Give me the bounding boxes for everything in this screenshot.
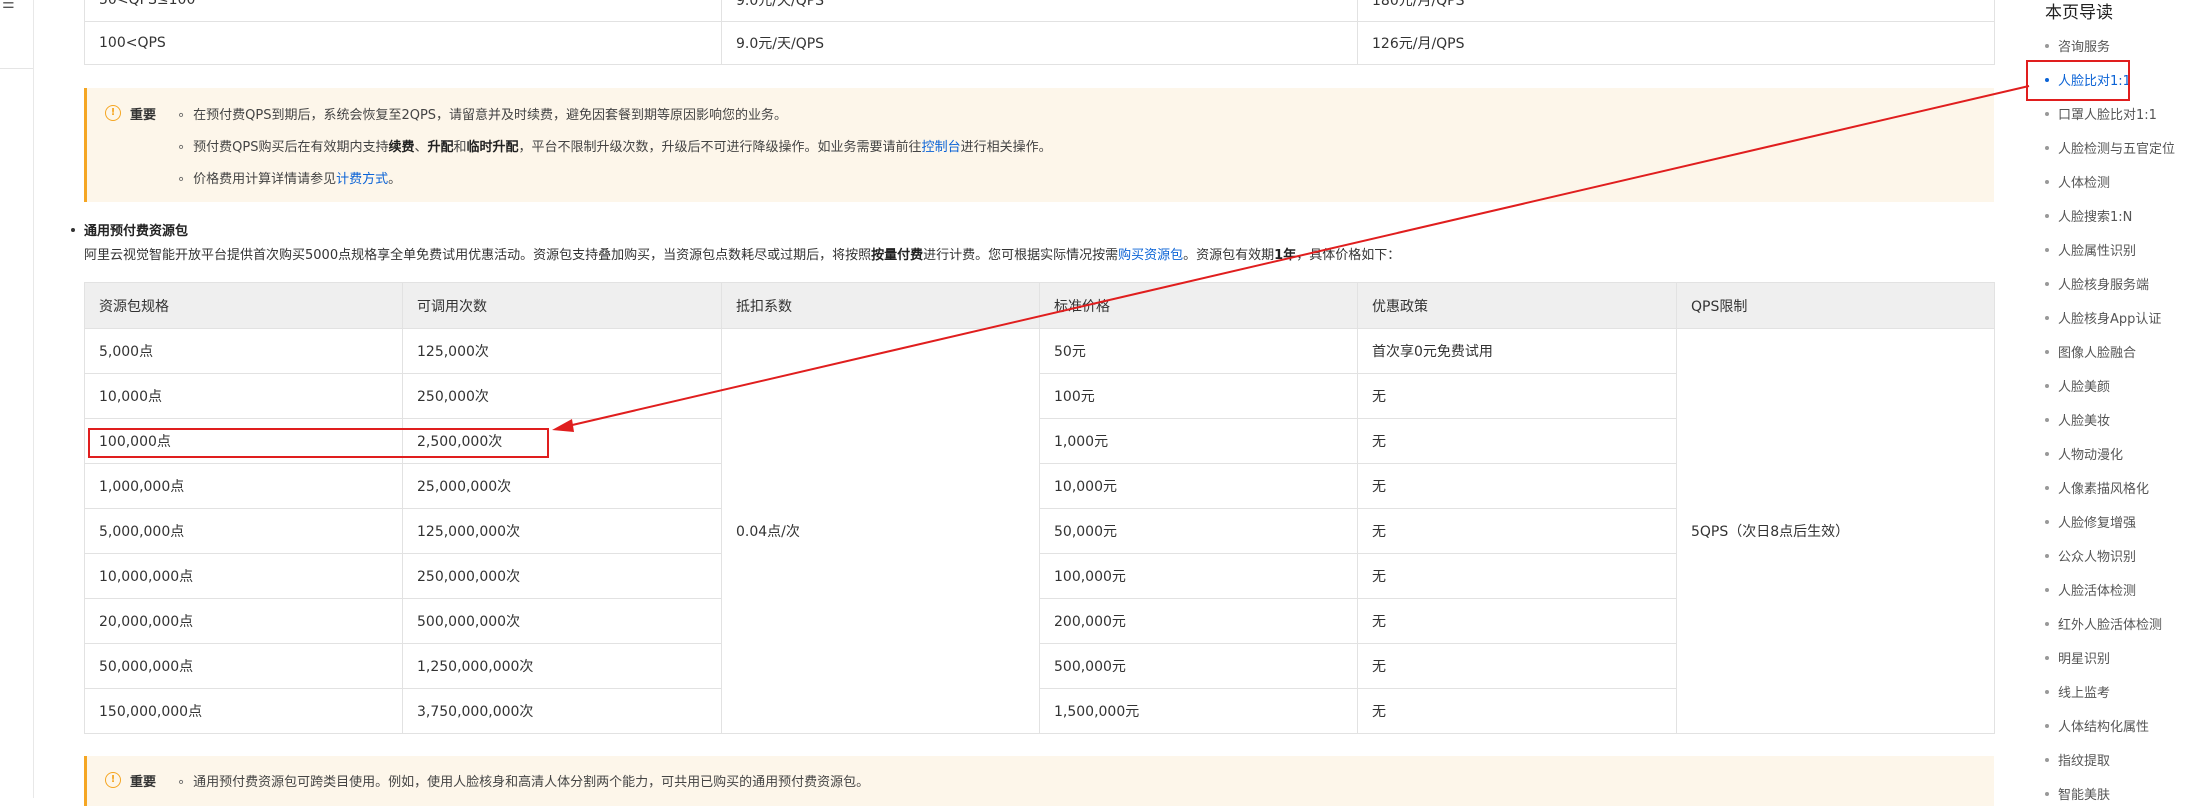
- toc-item[interactable]: 人脸活体检测: [2044, 580, 2136, 599]
- notice-item: 在预付费QPS到期后，系统会恢复至2QPS，请留意并及时续费，避免因套餐到期等原…: [177, 104, 787, 123]
- toc-item[interactable]: 人脸核身App认证: [2044, 308, 2161, 327]
- column-header: 优惠政策: [1357, 282, 1677, 329]
- table-cell: 首次享0元免费试用: [1357, 328, 1677, 374]
- table-cell: 10,000,000点: [84, 553, 403, 599]
- table-row: 50<QPS≤100 9.0元/天/QPS 180元/月/QPS: [84, 0, 1995, 22]
- table-row: 100<QPS 9.0元/天/QPS 126元/月/QPS: [84, 21, 1995, 65]
- toc-title: 本页导读: [2045, 3, 2113, 23]
- table-cell: 无: [1357, 508, 1677, 554]
- toc-item[interactable]: 智能美肤: [2044, 784, 2110, 803]
- rail-divider: [0, 68, 33, 69]
- table-row: 5,000点 125,000次 0.04点/次 50元 首次享0元免费试用 5QPS（次日…: [84, 328, 1995, 734]
- warning-icon: !: [105, 772, 121, 788]
- table-cell: 无: [1357, 553, 1677, 599]
- toc-item[interactable]: 人体检测: [2044, 172, 2110, 191]
- table-cell: 200,000元: [1039, 598, 1358, 644]
- table-cell: 无: [1357, 373, 1677, 419]
- table-cell: 无: [1357, 643, 1677, 689]
- notice-title: 重要: [130, 108, 157, 123]
- toc-item[interactable]: 人脸修复增强: [2044, 512, 2136, 531]
- table-cell: 250,000次: [402, 373, 722, 419]
- toc-item[interactable]: 人像素描风格化: [2044, 478, 2149, 497]
- table-cell: 1,000,000点: [84, 463, 403, 509]
- toc-item[interactable]: 口罩人脸比对1:1: [2045, 104, 2157, 123]
- table-cell: 100<QPS: [84, 21, 722, 65]
- toc-item[interactable]: 人脸核身服务端: [2044, 274, 2149, 293]
- column-header: 可调用次数: [402, 282, 722, 329]
- toc-item[interactable]: 人体结构化属性: [2044, 716, 2149, 735]
- notice-title: 重要: [130, 775, 157, 790]
- annotation-box-row: [88, 428, 549, 458]
- toc-item[interactable]: 明星识别: [2044, 648, 2110, 667]
- menu-icon[interactable]: ☰: [2, 0, 15, 12]
- section-title: 通用预付费资源包: [70, 220, 188, 239]
- toc-item[interactable]: 人脸检测与五官定位: [2044, 138, 2175, 157]
- table-header-row: 资源包规格 可调用次数 抵扣系数 标准价格 优惠政策 QPS限制: [84, 282, 1995, 329]
- annotation-box-toc: [2026, 60, 2130, 101]
- table-cell: 无: [1357, 418, 1677, 464]
- console-link[interactable]: 控制台: [922, 140, 961, 155]
- table-cell: 500,000元: [1039, 643, 1358, 689]
- table-cell: 9.0元/天/QPS: [721, 21, 1358, 65]
- table-cell: 5,000点: [84, 328, 403, 374]
- table-cell: 9.0元/天/QPS: [721, 0, 1358, 22]
- billing-method-link[interactable]: 计费方式: [336, 172, 388, 187]
- table-cell: 50,000元: [1039, 508, 1358, 554]
- toc-item[interactable]: 人脸美妆: [2044, 410, 2110, 429]
- toc-item[interactable]: 图像人脸融合: [2044, 342, 2136, 361]
- toc-item[interactable]: 人物动漫化: [2044, 444, 2123, 463]
- table-cell: 无: [1357, 688, 1677, 734]
- table-cell: 50,000,000点: [84, 643, 403, 689]
- notice-item: 预付费QPS购买后在有效期内支持续费、升配和临时升配，平台不限制升级次数，升级后…: [177, 136, 1051, 155]
- table-cell: 500,000,000次: [402, 598, 722, 644]
- table-cell: 3,750,000,000次: [402, 688, 722, 734]
- warning-icon: !: [105, 105, 121, 121]
- toc-item[interactable]: 线上监考: [2044, 682, 2110, 701]
- table-cell: 100元: [1039, 373, 1358, 419]
- column-header: 抵扣系数: [721, 282, 1040, 329]
- column-header: QPS限制: [1676, 282, 1995, 329]
- table-cell: 1,500,000元: [1039, 688, 1358, 734]
- left-rail: ☰: [0, 0, 34, 798]
- toc-item[interactable]: 人脸属性识别: [2044, 240, 2136, 259]
- resource-package-table: 资源包规格 可调用次数 抵扣系数 标准价格 优惠政策 QPS限制 5,000点 1…: [84, 282, 1995, 734]
- qps-price-table: 50<QPS≤100 9.0元/天/QPS 180元/月/QPS 100<QPS 9.0…: [84, 0, 1995, 65]
- toc-item[interactable]: 人脸美颜: [2044, 376, 2110, 395]
- buy-package-link[interactable]: 购买资源包: [1118, 248, 1183, 263]
- important-notice-2: ! 重要 通用预付费资源包可跨类目使用。例如，使用人脸核身和高清人体分割两个能力…: [84, 756, 1994, 806]
- toc-item[interactable]: 指纹提取: [2044, 750, 2110, 769]
- table-cell: 无: [1357, 598, 1677, 644]
- table-cell: 125,000,000次: [402, 508, 722, 554]
- table-cell: 126元/月/QPS: [1357, 21, 1995, 65]
- table-cell: 25,000,000次: [402, 463, 722, 509]
- notice-item: 通用预付费资源包可跨类目使用。例如，使用人脸核身和高清人体分割两个能力，可共用已…: [177, 771, 869, 790]
- table-cell: 150,000,000点: [84, 688, 403, 734]
- important-notice: ! 重要 在预付费QPS到期后，系统会恢复至2QPS，请留意并及时续费，避免因套…: [84, 88, 1994, 202]
- table-cell: 10,000点: [84, 373, 403, 419]
- table-cell: 5QPS（次日8点后生效）: [1676, 328, 1995, 734]
- table-cell: 5,000,000点: [84, 508, 403, 554]
- table-cell: 125,000次: [402, 328, 722, 374]
- toc-item[interactable]: 人脸搜索1:N: [2044, 206, 2132, 225]
- table-cell: 10,000元: [1039, 463, 1358, 509]
- column-header: 资源包规格: [84, 282, 403, 329]
- column-header: 标准价格: [1039, 282, 1358, 329]
- table-cell: 100,000元: [1039, 553, 1358, 599]
- table-cell: 250,000,000次: [402, 553, 722, 599]
- section-description: 阿里云视觉智能开放平台提供首次购买5000点规格享全单免费试用优惠活动。资源包支…: [84, 248, 1401, 263]
- table-cell: 50元: [1039, 328, 1358, 374]
- table-cell: 20,000,000点: [84, 598, 403, 644]
- table-cell: 0.04点/次: [721, 328, 1040, 734]
- notice-item: 价格费用计算详情请参见计费方式。: [177, 168, 401, 187]
- table-cell: 180元/月/QPS: [1357, 0, 1995, 22]
- table-cell: 50<QPS≤100: [84, 0, 722, 22]
- table-cell: 无: [1357, 463, 1677, 509]
- toc-item[interactable]: 公众人物识别: [2044, 546, 2136, 565]
- toc-item[interactable]: 红外人脸活体检测: [2044, 614, 2162, 633]
- table-cell: 1,250,000,000次: [402, 643, 722, 689]
- table-cell: 1,000元: [1039, 418, 1358, 464]
- toc-item[interactable]: 咨询服务: [2044, 36, 2110, 55]
